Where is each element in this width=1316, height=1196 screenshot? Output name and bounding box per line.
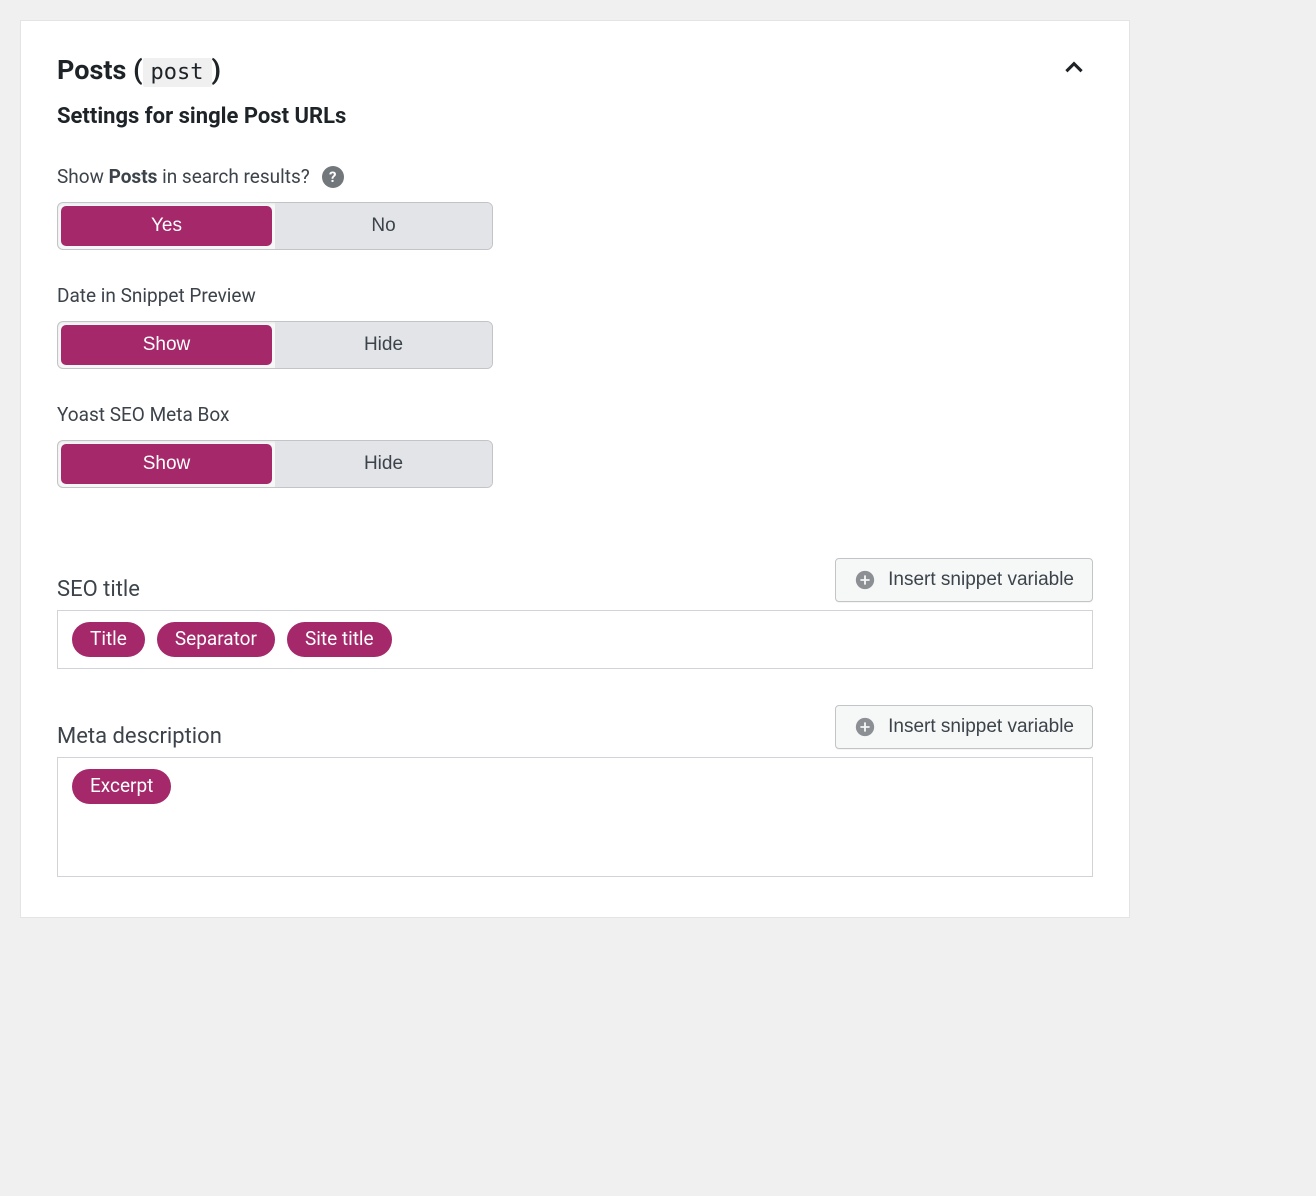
show-in-search-no[interactable]: No — [275, 203, 492, 249]
field-label-row: Date in Snippet Preview — [57, 284, 1093, 307]
meta-desc-input[interactable]: Excerpt — [57, 757, 1093, 877]
seo-title-label: SEO title — [57, 577, 140, 602]
show-in-search-label: Show Posts in search results? — [57, 165, 310, 188]
panel-header: Posts (post) — [57, 49, 1093, 90]
show-in-search-yes[interactable]: Yes — [61, 206, 272, 246]
meta-desc-header-row: Meta description Insert snippet variable — [57, 705, 1093, 749]
meta-description-section: Meta description Insert snippet variable… — [57, 705, 1093, 877]
variable-chip-site-title[interactable]: Site title — [287, 622, 392, 657]
panel-title: Posts (post) — [57, 54, 221, 86]
variable-chip-separator[interactable]: Separator — [157, 622, 275, 657]
meta-box-label: Yoast SEO Meta Box — [57, 403, 229, 426]
field-label-row: Yoast SEO Meta Box — [57, 403, 1093, 426]
date-snippet-field: Date in Snippet Preview Show Hide — [57, 284, 1093, 369]
date-snippet-hide[interactable]: Hide — [275, 322, 492, 368]
meta-box-toggle: Show Hide — [57, 440, 493, 488]
insert-variable-button-seo-title[interactable]: Insert snippet variable — [835, 558, 1093, 602]
collapse-toggle-button[interactable] — [1055, 49, 1093, 90]
insert-variable-button-meta-desc[interactable]: Insert snippet variable — [835, 705, 1093, 749]
meta-box-field: Yoast SEO Meta Box Show Hide — [57, 403, 1093, 488]
seo-title-header-row: SEO title Insert snippet variable — [57, 558, 1093, 602]
plus-circle-icon — [854, 716, 876, 738]
chevron-up-icon — [1061, 55, 1087, 81]
settings-subheading: Settings for single Post URLs — [57, 104, 1093, 129]
seo-title-section: SEO title Insert snippet variable Title … — [57, 558, 1093, 669]
date-snippet-show[interactable]: Show — [61, 325, 272, 365]
meta-desc-label: Meta description — [57, 724, 222, 749]
show-in-search-toggle: Yes No — [57, 202, 493, 250]
posts-settings-panel: Posts (post) Settings for single Post UR… — [20, 20, 1130, 918]
post-type-code: post — [143, 58, 212, 87]
meta-box-hide[interactable]: Hide — [275, 441, 492, 487]
help-icon[interactable]: ? — [322, 166, 344, 188]
meta-box-show[interactable]: Show — [61, 444, 272, 484]
panel-title-prefix: Posts — [57, 54, 126, 86]
variable-chip-title[interactable]: Title — [72, 622, 145, 657]
field-label-row: Show Posts in search results? ? — [57, 165, 1093, 188]
seo-title-input[interactable]: Title Separator Site title — [57, 610, 1093, 669]
date-snippet-label: Date in Snippet Preview — [57, 284, 256, 307]
plus-circle-icon — [854, 569, 876, 591]
date-snippet-toggle: Show Hide — [57, 321, 493, 369]
variable-chip-excerpt[interactable]: Excerpt — [72, 769, 171, 804]
show-in-search-field: Show Posts in search results? ? Yes No — [57, 165, 1093, 250]
